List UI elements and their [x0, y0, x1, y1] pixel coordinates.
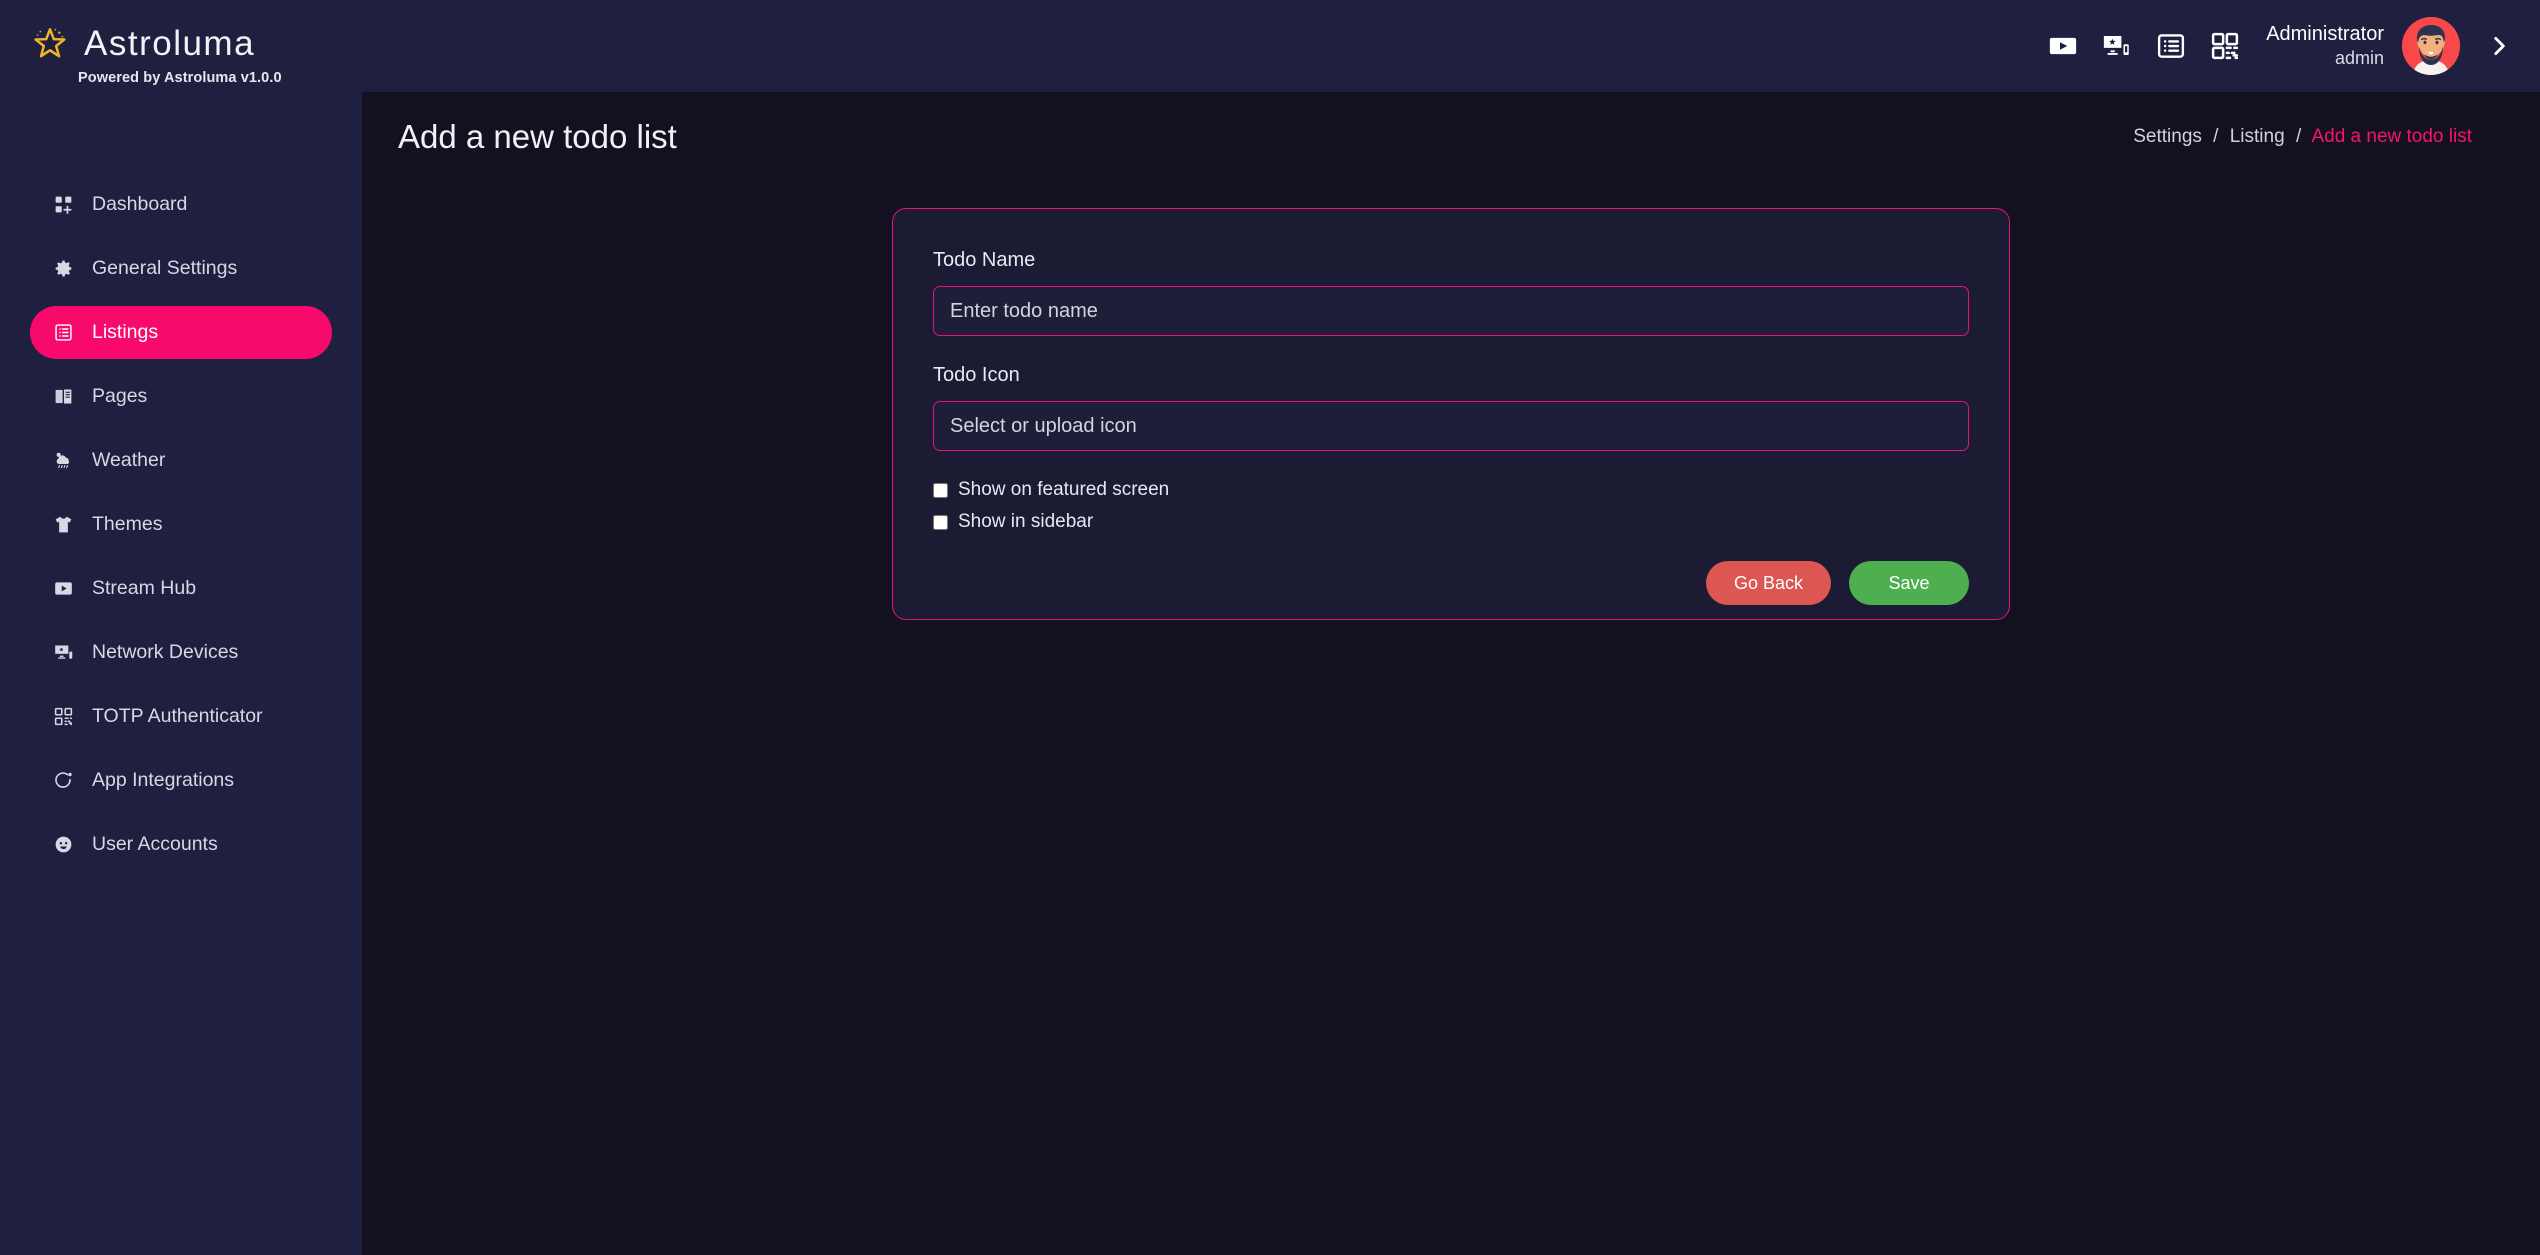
- breadcrumb: Settings / Listing / Add a new todo list: [2133, 126, 2472, 148]
- qr-code-icon[interactable]: [2210, 31, 2240, 61]
- sidebar: Astroluma Powered by Astroluma v1.0.0 Da…: [0, 0, 362, 1255]
- star-icon: [30, 24, 70, 64]
- sidebar-item-general-settings[interactable]: General Settings: [30, 242, 332, 295]
- user-circle-icon: [52, 834, 74, 856]
- sidebar-item-label: Stream Hub: [92, 577, 197, 599]
- brand-title: Astroluma: [84, 24, 256, 63]
- sidebar-item-network-devices[interactable]: Network Devices: [30, 626, 332, 679]
- main-area: Administrator admin Add a new todo list …: [362, 0, 2540, 1255]
- user-menu[interactable]: Administrator admin: [2266, 22, 2384, 70]
- sidebar-item-listings[interactable]: Listings: [30, 306, 332, 359]
- show-in-sidebar-checkbox[interactable]: [933, 514, 948, 530]
- breadcrumb-current: Add a new todo list: [2311, 126, 2472, 147]
- gear-icon: [52, 258, 74, 280]
- sidebar-item-dashboard[interactable]: Dashboard: [30, 178, 332, 231]
- sidebar-item-totp-authenticator[interactable]: TOTP Authenticator: [30, 690, 332, 743]
- qr-code-icon: [52, 706, 74, 728]
- todo-form-card: Todo Name Todo Icon Show on featured scr…: [892, 208, 2010, 620]
- featured-checkbox-row[interactable]: Show on featured screen: [933, 479, 1969, 501]
- user-name: Administrator: [2266, 23, 2384, 46]
- page-header: Add a new todo list Settings / Listing /…: [362, 92, 2540, 156]
- sidebar-item-label: Themes: [92, 513, 163, 535]
- sidebar-item-label: General Settings: [92, 257, 238, 279]
- app-root: Astroluma Powered by Astroluma v1.0.0 Da…: [0, 0, 2540, 1255]
- play-box-icon[interactable]: [2048, 31, 2078, 61]
- todo-icon-label: Todo Icon: [933, 364, 1020, 386]
- monitor-phone-icon: [52, 642, 74, 664]
- sidebar-item-label: Network Devices: [92, 641, 239, 663]
- todo-icon-input[interactable]: [933, 401, 1969, 451]
- topbar: Administrator admin: [362, 0, 2540, 92]
- sidebar-item-app-integrations[interactable]: App Integrations: [30, 754, 332, 807]
- go-back-button[interactable]: Go Back: [1706, 561, 1831, 605]
- cloud-rain-icon: [52, 450, 74, 472]
- list-box-icon[interactable]: [2156, 31, 2186, 61]
- show-on-featured-screen-checkbox[interactable]: [933, 482, 948, 498]
- sidebar-nav: Dashboard General Settings Listings Page…: [0, 178, 362, 871]
- chevron-right-icon[interactable]: [2476, 23, 2522, 69]
- sidebar-item-label: App Integrations: [92, 769, 235, 791]
- breadcrumb-separator: /: [2295, 126, 2302, 147]
- show-in-sidebar-label: Show in sidebar: [958, 511, 1094, 532]
- sidebar-item-label: Pages: [92, 385, 148, 407]
- sidebar-item-themes[interactable]: Themes: [30, 498, 332, 551]
- topbar-icons: [2048, 31, 2240, 61]
- sidebar-item-label: Dashboard: [92, 193, 188, 215]
- avatar[interactable]: [2402, 17, 2460, 75]
- device-star-icon[interactable]: [2102, 31, 2132, 61]
- breadcrumb-item-settings[interactable]: Settings: [2133, 126, 2202, 147]
- sidebar-item-label: Weather: [92, 449, 166, 471]
- sidebar-item-user-accounts[interactable]: User Accounts: [30, 818, 332, 871]
- grid-plus-icon: [52, 194, 74, 216]
- save-button[interactable]: Save: [1849, 561, 1969, 605]
- show-on-featured-screen-label: Show on featured screen: [958, 479, 1170, 500]
- brand-subtitle: Powered by Astroluma v1.0.0: [78, 70, 282, 86]
- breadcrumb-separator: /: [2213, 126, 2219, 147]
- book-icon: [52, 386, 74, 408]
- sidebar-item-weather[interactable]: Weather: [30, 434, 332, 487]
- breadcrumb-item-listing[interactable]: Listing: [2230, 126, 2285, 147]
- user-role: admin: [2334, 48, 2384, 69]
- brand-header[interactable]: Astroluma Powered by Astroluma v1.0.0: [0, 0, 362, 92]
- form-actions: Go Back Save: [933, 561, 1969, 605]
- tshirt-icon: [52, 514, 74, 536]
- todo-name-label: Todo Name: [933, 249, 1036, 271]
- play-box-icon: [52, 578, 74, 600]
- todo-name-input[interactable]: [933, 286, 1969, 336]
- sidebar-item-label: TOTP Authenticator: [92, 705, 263, 727]
- content-area: Todo Name Todo Icon Show on featured scr…: [362, 156, 2540, 1255]
- sidebar-item-label: User Accounts: [92, 833, 218, 855]
- sidebar-item-stream-hub[interactable]: Stream Hub: [30, 562, 332, 615]
- sidebar-checkbox-row[interactable]: Show in sidebar: [933, 511, 1969, 533]
- sidebar-item-pages[interactable]: Pages: [30, 370, 332, 423]
- circle-dot-icon: [52, 770, 74, 792]
- list-box-icon: [52, 322, 74, 344]
- sidebar-item-label: Listings: [92, 321, 159, 343]
